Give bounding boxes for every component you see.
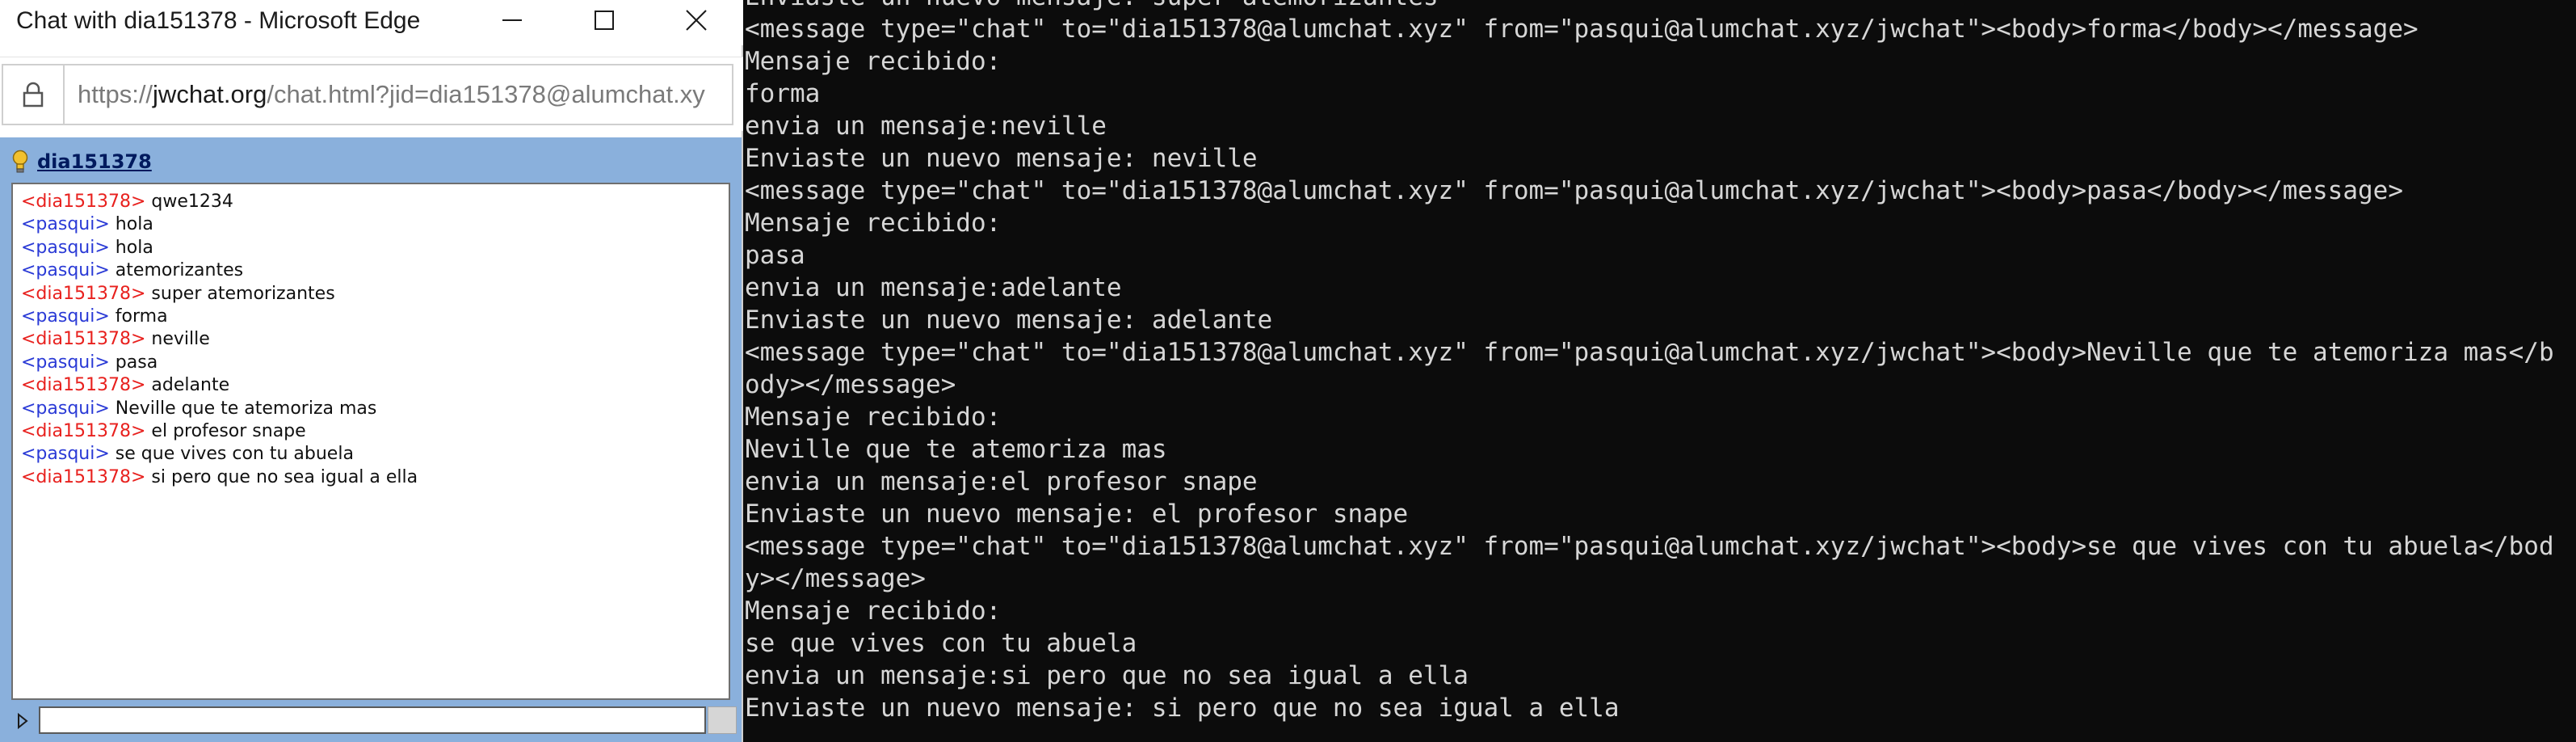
message-text: pasa (115, 352, 158, 373)
console-line: y></message> (745, 564, 926, 593)
message-nick: <pasqui> (21, 398, 110, 419)
chat-page: dia151378 <dia151378> qwe1234 <pasqui> ho… (0, 137, 742, 742)
console-line: forma (745, 79, 821, 108)
triangle-right-icon[interactable] (16, 713, 29, 729)
console-line: Mensaje recibido: (745, 597, 1002, 626)
chat-message: <dia151378> el profesor snape (21, 420, 721, 443)
console-line: envia un mensaje:si pero que no sea igua… (745, 661, 1469, 690)
message-text: adelante (151, 375, 230, 396)
message-nick: <dia151378> (21, 466, 146, 487)
close-button[interactable] (659, 0, 733, 40)
message-nick: <pasqui> (21, 352, 110, 373)
close-icon (686, 10, 707, 31)
console-window[interactable]: Enviaste un nuevo mensaje: super atemori… (745, 0, 2576, 742)
message-text: qwe1234 (151, 192, 233, 212)
console-line: Neville que te atemoriza mas (745, 435, 1167, 464)
console-line: Mensaje recibido: (745, 403, 1002, 432)
message-nick: <dia151378> (21, 329, 146, 350)
message-input-row (11, 706, 737, 736)
message-text: atemorizantes (115, 260, 244, 281)
title-bar[interactable]: Chat with dia151378 - Microsoft Edge (0, 0, 743, 45)
window-title: Chat with dia151378 - Microsoft Edge (16, 7, 421, 34)
contact-name-link[interactable]: dia151378 (37, 150, 152, 173)
console-line: <message type="chat" to="dia151378@alumc… (745, 338, 2554, 367)
chat-message: <dia151378> si pero que no sea igual a e… (21, 466, 721, 489)
chat-message: <pasqui> se que vives con tu abuela (21, 443, 721, 466)
console-line: Enviaste un nuevo mensaje: si pero que n… (745, 694, 1620, 723)
console-line: <message type="chat" to="dia151378@alumc… (745, 532, 2554, 561)
console-line: Enviaste un nuevo mensaje: el profesor s… (745, 500, 1409, 529)
chat-message: <pasqui> forma (21, 306, 721, 328)
chat-message: <dia151378> neville (21, 328, 721, 351)
message-text: Neville que te atemoriza mas (115, 398, 377, 419)
console-line: Mensaje recibido: (745, 47, 1002, 76)
message-text: si pero que no sea igual a ella (151, 466, 418, 487)
chat-message: <pasqui> Neville que te atemoriza mas (21, 398, 721, 420)
chat-message: <pasqui> pasa (21, 352, 721, 374)
console-output: Enviaste un nuevo mensaje: super atemori… (745, 0, 2554, 724)
maximize-button[interactable] (567, 0, 641, 40)
send-area[interactable] (708, 706, 737, 734)
chat-message: <pasqui> hola (21, 213, 721, 236)
message-nick: <dia151378> (21, 421, 146, 442)
console-line: envia un mensaje:neville (745, 112, 1107, 141)
console-line: envia un mensaje:el profesor snape (745, 467, 1258, 496)
chat-message: <dia151378> adelante (21, 374, 721, 397)
address-bar: https://jwchat.org/chat.html?jid=dia1513… (0, 57, 743, 131)
message-text: neville (151, 329, 210, 350)
message-nick: <pasqui> (21, 306, 110, 327)
message-nick: <dia151378> (21, 192, 146, 212)
message-nick: <dia151378> (21, 283, 146, 304)
console-line: Enviaste un nuevo mensaje: super atemori… (745, 0, 2554, 13)
console-line: Mensaje recibido: (745, 209, 1002, 238)
message-nick: <dia151378> (21, 375, 146, 396)
console-line: <message type="chat" to="dia151378@alumc… (745, 176, 2403, 205)
message-nick: <pasqui> (21, 260, 110, 281)
message-nick: <pasqui> (21, 444, 110, 465)
address-field[interactable]: https://jwchat.org/chat.html?jid=dia1513… (2, 64, 733, 125)
lock-icon (23, 82, 44, 108)
url-domain: jwchat.org (153, 80, 267, 108)
message-text: el profesor snape (151, 421, 306, 442)
url-text[interactable]: https://jwchat.org/chat.html?jid=dia1513… (78, 65, 732, 124)
message-text: hola (115, 237, 153, 258)
message-text: se que vives con tu abuela (115, 444, 354, 465)
chat-message: <dia151378> qwe1234 (21, 191, 721, 213)
contact-header: dia151378 (11, 147, 152, 176)
minimize-icon (502, 19, 522, 21)
chat-message: <dia151378> super atemorizantes (21, 283, 721, 306)
url-path: /chat.html?jid=dia151378@alumchat.xy (267, 80, 705, 108)
console-line: Enviaste un nuevo mensaje: neville (745, 144, 1258, 173)
message-nick: <pasqui> (21, 214, 110, 235)
chat-log[interactable]: <dia151378> qwe1234 <pasqui> hola <pasqui>… (11, 183, 730, 700)
console-line: <message type="chat" to="dia151378@alumc… (745, 15, 2418, 44)
console-line: ody></message> (745, 370, 956, 399)
message-text: hola (115, 214, 153, 235)
message-text: super atemorizantes (151, 283, 335, 304)
edge-chat-window: Chat with dia151378 - Microsoft Edge htt… (0, 0, 743, 742)
chat-message: <pasqui> atemorizantes (21, 259, 721, 282)
message-text: forma (115, 306, 168, 327)
message-input[interactable] (39, 706, 706, 734)
chat-message: <pasqui> hola (21, 237, 721, 259)
url-prefix: https:// (78, 80, 153, 108)
console-line: envia un mensaje:adelante (745, 273, 1122, 302)
console-line: Enviaste un nuevo mensaje: adelante (745, 306, 1273, 335)
console-line: pasa (745, 241, 805, 270)
site-info-button[interactable] (3, 65, 65, 124)
minimize-button[interactable] (475, 0, 549, 40)
maximize-icon (595, 11, 614, 30)
console-line: se que vives con tu abuela (745, 629, 1137, 658)
lightbulb-icon (12, 150, 28, 173)
message-nick: <pasqui> (21, 237, 110, 258)
